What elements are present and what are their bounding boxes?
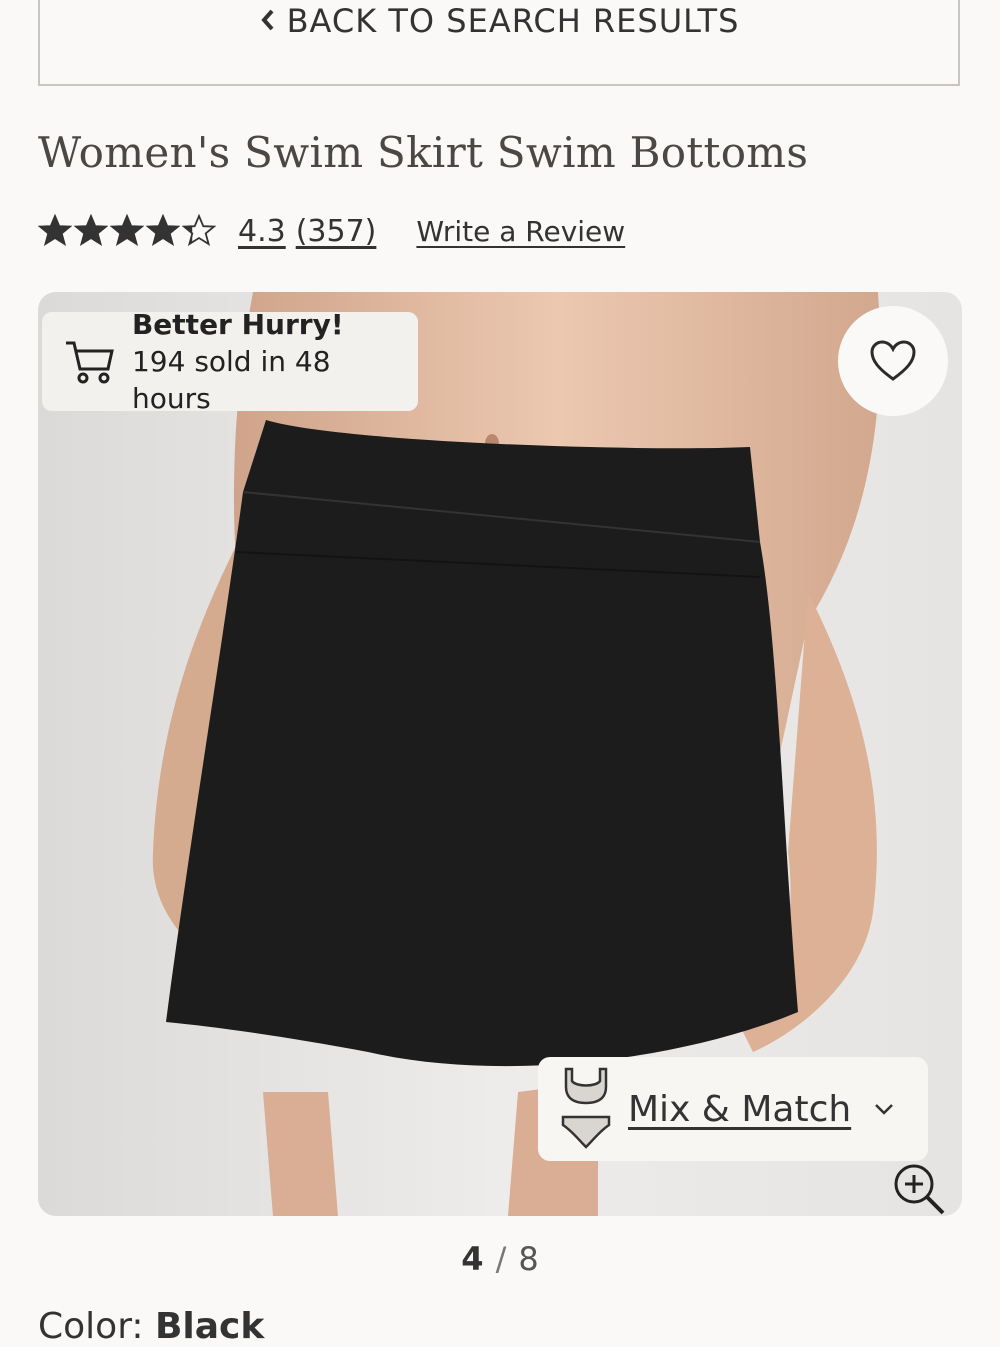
star-icon xyxy=(182,214,216,246)
star-icon xyxy=(38,214,72,246)
chevron-down-icon xyxy=(875,1104,894,1115)
badge-title: Better Hurry! xyxy=(131,308,344,341)
write-review-link[interactable]: Write a Review xyxy=(416,215,625,248)
star-icon xyxy=(74,214,108,246)
zoom-in-icon[interactable] xyxy=(892,1162,946,1216)
current-image-index: 4 xyxy=(461,1240,484,1278)
color-selection: Color: Black xyxy=(38,1306,264,1347)
total-images: 8 xyxy=(518,1240,539,1278)
color-label: Color: xyxy=(38,1306,144,1347)
rating-row: 4.3 (357) Write a Review xyxy=(38,208,625,254)
pagination-separator: / xyxy=(495,1240,507,1278)
review-count[interactable]: (357) xyxy=(296,214,377,249)
swimsuit-set-icon xyxy=(561,1067,611,1149)
color-value: Black xyxy=(154,1306,265,1347)
back-to-results-bar: BACK TO SEARCH RESULTS xyxy=(38,0,960,86)
badge-subtitle: 194 sold in 48 hours xyxy=(131,345,331,415)
star-rating[interactable] xyxy=(38,214,216,248)
product-title: Women's Swim Skirt Swim Bottoms xyxy=(38,128,809,177)
favorite-button[interactable] xyxy=(838,306,948,416)
sales-urgency-badge: Better Hurry! 194 sold in 48 hours xyxy=(42,308,418,415)
mix-match-label: Mix & Match xyxy=(628,1088,852,1130)
heart-icon xyxy=(870,340,916,381)
star-icon xyxy=(110,214,144,246)
chevron-left-icon xyxy=(259,2,277,40)
back-to-search-link[interactable]: BACK TO SEARCH RESULTS xyxy=(259,2,740,40)
product-image-gallery[interactable]: Better Hurry! 194 sold in 48 hours Mix &… xyxy=(38,292,962,1216)
back-label: BACK TO SEARCH RESULTS xyxy=(286,2,740,40)
mix-match-button[interactable]: Mix & Match xyxy=(538,1057,928,1161)
rating-value[interactable]: 4.3 xyxy=(238,214,286,249)
gallery-pagination: 4 / 8 xyxy=(0,1240,1000,1278)
cart-icon xyxy=(65,341,114,383)
star-icon xyxy=(146,214,180,246)
